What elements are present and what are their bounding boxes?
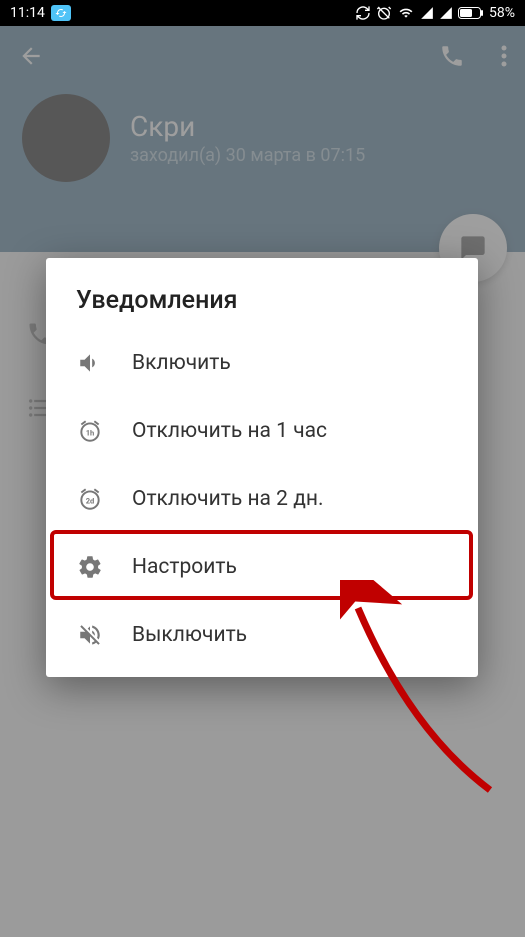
dialog-title: Уведомления (46, 258, 478, 329)
menu-label: Отключить на 1 час (132, 419, 327, 443)
menu-item-mute-2d[interactable]: 2d Отключить на 2 дн. (46, 465, 478, 533)
refresh-icon (355, 5, 371, 21)
menu-item-customize[interactable]: Настроить (46, 533, 478, 601)
menu-item-mute-1h[interactable]: 1h Отключить на 1 час (46, 397, 478, 465)
alarm-off-icon (376, 5, 392, 21)
menu-item-disable[interactable]: Выключить (46, 601, 478, 669)
menu-label: Настроить (132, 555, 237, 579)
wifi-icon (397, 6, 415, 20)
notifications-dialog: Уведомления Включить 1h Отключить на 1 ч… (46, 258, 478, 677)
sync-icon (51, 5, 71, 21)
gear-icon (76, 553, 104, 581)
menu-item-enable[interactable]: Включить (46, 329, 478, 397)
signal-icon-1 (420, 6, 434, 20)
menu-label: Включить (132, 351, 231, 375)
svg-text:2d: 2d (86, 496, 95, 505)
svg-text:1h: 1h (86, 428, 95, 437)
signal-icon-2 (439, 6, 453, 20)
alarm-2d-icon: 2d (76, 485, 104, 513)
status-time: 11:14 (10, 5, 45, 21)
volume-off-icon (76, 621, 104, 649)
battery-text: 58% (489, 5, 515, 21)
volume-on-icon (76, 349, 104, 377)
menu-label: Выключить (132, 623, 247, 647)
battery-icon (458, 7, 484, 19)
menu-label: Отключить на 2 дн. (132, 487, 324, 511)
alarm-1h-icon: 1h (76, 417, 104, 445)
status-bar: 11:14 58% (0, 0, 525, 26)
